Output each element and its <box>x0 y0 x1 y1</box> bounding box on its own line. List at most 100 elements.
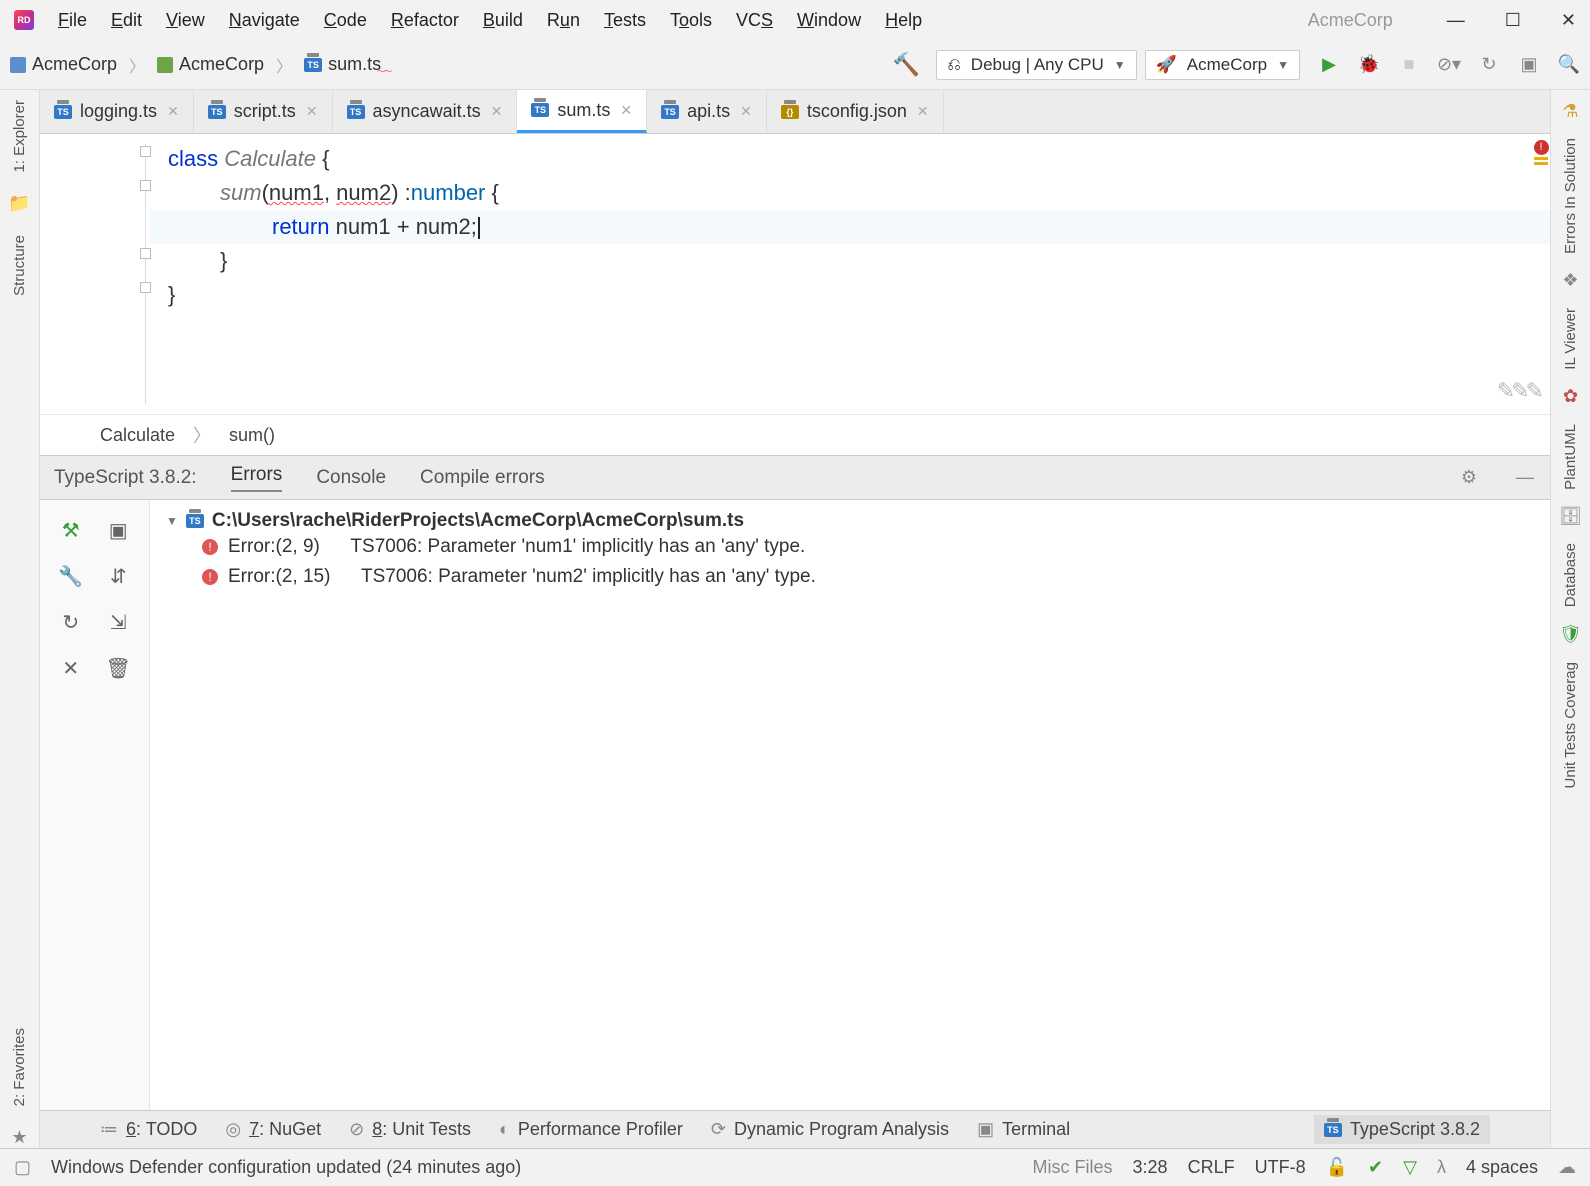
crumb-project[interactable]: AcmeCorp <box>10 54 117 75</box>
menu-build[interactable]: Build <box>483 10 523 31</box>
run-config-select[interactable]: ⎌ Debug | Any CPU ▼ <box>936 50 1136 80</box>
tool-plantuml[interactable]: PlantUML <box>1562 424 1579 490</box>
tool-database[interactable]: Database <box>1562 543 1579 607</box>
crumb-module[interactable]: AcmeCorp <box>157 54 264 75</box>
crumb-method[interactable]: sum() <box>229 425 275 446</box>
tool-profiler[interactable]: ◐ Performance Profiler <box>499 1119 683 1140</box>
tool-il-viewer[interactable]: IL Viewer <box>1562 308 1579 370</box>
layout-button[interactable]: ▣ <box>1518 54 1540 76</box>
lambda-icon[interactable]: λ <box>1437 1157 1446 1178</box>
code-editor[interactable]: class Calculate { sum(num1, num2) :numbe… <box>40 134 1550 414</box>
run-target-select[interactable]: 🚀 AcmeCorp ▼ <box>1145 50 1300 80</box>
search-button[interactable]: 🔍 <box>1558 54 1580 76</box>
refresh-icon[interactable]: ↻ <box>48 600 94 644</box>
panel-tab-compile[interactable]: Compile errors <box>420 467 545 489</box>
app-icon: RD <box>14 10 34 30</box>
menu-navigate[interactable]: Navigate <box>229 10 300 31</box>
panel-tab-console[interactable]: Console <box>316 467 386 489</box>
menu-tools[interactable]: Tools <box>670 10 712 31</box>
collapse-triangle-icon[interactable]: ▼ <box>166 514 178 528</box>
flask-icon[interactable]: ⚗ <box>1560 100 1582 122</box>
crumb-class[interactable]: Calculate <box>100 425 175 446</box>
tool-favorites[interactable]: 2: Favorites <box>11 1028 28 1106</box>
error-file-header[interactable]: ▼ TS C:\Users\rache\RiderProjects\AcmeCo… <box>166 510 1534 532</box>
tool-terminal[interactable]: ▣ Terminal <box>977 1119 1070 1140</box>
tool-nuget[interactable]: ◎ 7: NuGet <box>225 1119 321 1140</box>
lock-icon[interactable]: 🔓 <box>1326 1157 1348 1178</box>
menu-run[interactable]: Run <box>547 10 580 31</box>
editor-tabs: TSlogging.ts✕ TSscript.ts✕ TSasyncawait.… <box>40 90 1550 134</box>
close-icon[interactable]: ✕ <box>48 646 94 690</box>
tool-todo[interactable]: ≔ 6: TODO <box>100 1119 197 1140</box>
crumb-file[interactable]: TSsum.ts <box>304 54 381 75</box>
menu-edit[interactable]: Edit <box>111 10 142 31</box>
menu-file[interactable]: File <box>58 10 87 31</box>
coverage-icon[interactable]: 🛡 <box>1560 624 1582 646</box>
vue-icon[interactable]: ▽ <box>1403 1157 1417 1178</box>
close-icon[interactable]: ✕ <box>917 103 929 120</box>
database-icon[interactable]: 🗄 <box>1560 505 1582 527</box>
debug-button[interactable]: 🐞 <box>1358 54 1380 76</box>
plantuml-icon[interactable]: ✿ <box>1560 386 1582 408</box>
panel-tab-errors[interactable]: Errors <box>231 464 283 492</box>
tab-script[interactable]: TSscript.ts✕ <box>194 90 333 133</box>
menu-window[interactable]: Window <box>797 10 861 31</box>
error-row[interactable]: ! Error:(2, 15) TS7006: Parameter 'num2'… <box>166 562 1534 592</box>
status-indent[interactable]: 4 spaces <box>1466 1157 1538 1178</box>
tab-logging[interactable]: TSlogging.ts✕ <box>40 90 194 133</box>
close-icon[interactable]: ✕ <box>740 103 752 120</box>
layout-icon[interactable]: ▣ <box>96 508 142 552</box>
debug-icon: ⎌ <box>947 55 961 75</box>
folder-icon[interactable]: 📁 <box>9 193 31 215</box>
menu-view[interactable]: View <box>166 10 205 31</box>
tab-asyncawait[interactable]: TSasyncawait.ts✕ <box>333 90 518 133</box>
error-row[interactable]: ! Error:(2, 9) TS7006: Parameter 'num1' … <box>166 532 1534 562</box>
profiler-button[interactable]: ⊘▾ <box>1438 54 1460 76</box>
menu-vcs[interactable]: VCS <box>736 10 773 31</box>
bottom-toolbar: ≔ 6: TODO ◎ 7: NuGet ⊘ 8: Unit Tests ◐ P… <box>40 1110 1550 1148</box>
tool-structure[interactable]: Structure <box>11 235 28 296</box>
tool-explorer[interactable]: 1: Explorer <box>11 100 28 173</box>
sync-icon[interactable]: ☁ <box>1558 1157 1576 1178</box>
tool-unittests[interactable]: ⊘ 8: Unit Tests <box>349 1119 471 1140</box>
tab-api[interactable]: TSapi.ts✕ <box>647 90 767 133</box>
wrench-icon[interactable]: 🔧 <box>48 554 94 598</box>
tab-tsconfig[interactable]: {}tsconfig.json✕ <box>767 90 944 133</box>
run-button[interactable]: ▶ <box>1318 54 1340 76</box>
hammer-ts-icon[interactable]: ⚒ <box>48 508 94 552</box>
close-button[interactable]: ✕ <box>1561 10 1576 31</box>
close-icon[interactable]: ✕ <box>620 102 632 119</box>
expand-icon[interactable]: ⇵ <box>96 554 142 598</box>
collapse-icon[interactable]: ⇲ <box>96 600 142 644</box>
tool-coverage[interactable]: Unit Tests Coverag <box>1562 662 1579 788</box>
build-button[interactable]: 🔨 <box>893 52 920 78</box>
maximize-button[interactable]: ☐ <box>1505 10 1521 31</box>
status-line-ending[interactable]: CRLF <box>1188 1157 1235 1178</box>
status-encoding[interactable]: UTF-8 <box>1255 1157 1306 1178</box>
gear-icon[interactable]: ⚙ <box>1458 467 1480 489</box>
close-icon[interactable]: ✕ <box>491 103 503 120</box>
tool-errors-solution[interactable]: Errors In Solution <box>1562 138 1579 254</box>
error-icon: ! <box>202 569 218 585</box>
check-icon[interactable]: ✔ <box>1368 1157 1383 1178</box>
menu-tests[interactable]: Tests <box>604 10 646 31</box>
notification-icon[interactable]: ▢ <box>14 1157 31 1178</box>
tool-dpa[interactable]: ⟳ Dynamic Program Analysis <box>711 1119 949 1140</box>
menu-help[interactable]: Help <box>885 10 922 31</box>
il-icon[interactable]: ❖ <box>1560 270 1582 292</box>
menu-refactor[interactable]: Refactor <box>391 10 459 31</box>
status-misc[interactable]: Misc Files <box>1033 1157 1113 1178</box>
minimize-panel-icon[interactable]: — <box>1514 467 1536 489</box>
tool-typescript[interactable]: TS TypeScript 3.8.2 <box>1314 1115 1490 1144</box>
status-caret-pos[interactable]: 3:28 <box>1133 1157 1168 1178</box>
code-area[interactable]: class Calculate { sum(num1, num2) :numbe… <box>150 134 1550 414</box>
sync-button[interactable]: ↻ <box>1478 54 1500 76</box>
minimize-button[interactable]: — <box>1447 10 1465 31</box>
close-icon[interactable]: ✕ <box>167 103 179 120</box>
stop-button[interactable]: ■ <box>1398 54 1420 76</box>
menu-code[interactable]: Code <box>324 10 367 31</box>
chevron-down-icon: ▼ <box>1114 58 1126 72</box>
close-icon[interactable]: ✕ <box>306 103 318 120</box>
tab-sum[interactable]: TSsum.ts✕ <box>517 90 647 133</box>
trash-icon[interactable]: 🗑 <box>96 646 142 690</box>
